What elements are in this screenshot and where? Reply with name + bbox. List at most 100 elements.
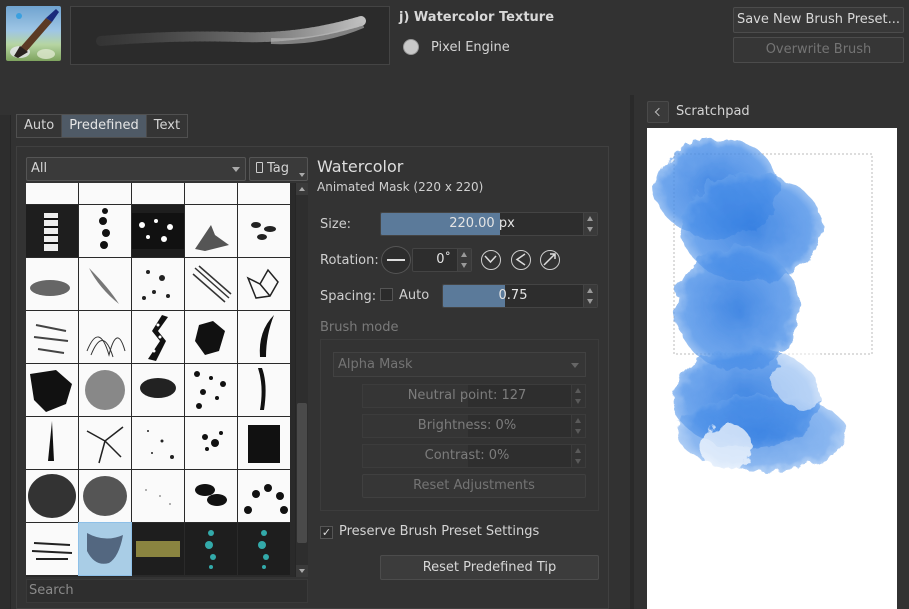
neutral-point-slider[interactable]: Neutral point: 127: [362, 384, 586, 408]
spacing-value: 0.75: [498, 288, 528, 303]
brush-tip-item[interactable]: [132, 417, 184, 469]
save-new-brush-preset-button[interactable]: Save New Brush Preset...: [733, 7, 904, 33]
rotate-random-icon[interactable]: [540, 250, 560, 270]
brush-tip-item[interactable]: [238, 205, 290, 257]
preserve-settings-checkbox[interactable]: ✓: [320, 526, 333, 539]
tag-button-label: Tag: [267, 161, 290, 176]
tab-auto[interactable]: Auto: [17, 115, 63, 137]
brush-tip-item[interactable]: [185, 417, 237, 469]
brush-tip-item[interactable]: [185, 205, 237, 257]
brush-tip-item[interactable]: [26, 523, 78, 575]
brush-tip-item[interactable]: [132, 205, 184, 257]
contrast-slider[interactable]: Contrast: 0%: [362, 444, 586, 468]
brush-tip-item[interactable]: [26, 417, 78, 469]
scroll-down-arrow[interactable]: [296, 565, 308, 577]
brush-tip-item[interactable]: [132, 364, 184, 416]
brush-tip-item[interactable]: [185, 183, 237, 204]
tab-text[interactable]: Text: [146, 115, 188, 137]
brightness-value: Brightness: 0%: [417, 418, 517, 433]
brush-tip-item[interactable]: [132, 523, 184, 575]
scroll-up-arrow[interactable]: [296, 183, 308, 195]
chevron-down-icon: [232, 167, 240, 172]
brush-tip-item[interactable]: [238, 523, 290, 575]
grid-scrollbar[interactable]: [295, 183, 308, 577]
brush-search-input[interactable]: Search: [26, 579, 308, 603]
brush-tip-item[interactable]: [26, 183, 78, 204]
brush-tip-item[interactable]: [26, 364, 78, 416]
chevron-down-icon: [571, 363, 579, 368]
brush-tip-item[interactable]: [79, 183, 131, 204]
brush-tip-item[interactable]: [238, 311, 290, 363]
brush-tip-item[interactable]: [185, 364, 237, 416]
spacing-spinner[interactable]: [583, 285, 597, 307]
brush-tip-item[interactable]: [185, 258, 237, 310]
scratchpad-collapse-button[interactable]: [647, 101, 669, 123]
brush-tip-item[interactable]: [185, 311, 237, 363]
brush-mode-select[interactable]: Alpha Mask: [333, 352, 586, 377]
brush-tip-item[interactable]: [132, 470, 184, 522]
brightness-slider[interactable]: Brightness: 0%: [362, 414, 586, 438]
brush-tip-item[interactable]: [78, 522, 132, 576]
rotation-input[interactable]: 0˚: [412, 248, 472, 272]
tab-predefined[interactable]: Predefined: [62, 115, 147, 137]
neutral-point-value: Neutral point: 127: [407, 388, 527, 403]
tag-button[interactable]: Tag: [249, 157, 308, 181]
brush-tip-item[interactable]: [26, 311, 78, 363]
brush-tip-item[interactable]: [26, 258, 78, 310]
brush-tip-item[interactable]: [26, 470, 78, 522]
spacing-auto-label: Auto: [399, 288, 430, 303]
tip-name: Watercolor: [317, 157, 404, 176]
reset-predefined-tip-button[interactable]: Reset Predefined Tip: [380, 555, 599, 580]
brush-tip-item[interactable]: [132, 258, 184, 310]
brush-tip-item[interactable]: [26, 205, 78, 257]
scratchpad-canvas[interactable]: [647, 128, 897, 609]
checkmark-icon: ✓: [321, 526, 332, 539]
preset-thumbnail[interactable]: [6, 6, 61, 61]
contrast-value: Contrast: 0%: [424, 448, 510, 463]
brush-tip-item[interactable]: [238, 470, 290, 522]
brush-mode-label: Brush mode: [320, 320, 399, 335]
rotation-value: 0˚: [436, 252, 451, 267]
brush-tip-item[interactable]: [238, 364, 290, 416]
splitter-handle[interactable]: [630, 95, 634, 609]
scratchpad-title: Scratchpad: [676, 104, 750, 119]
brush-tip-item[interactable]: [238, 183, 290, 204]
brush-tip-item[interactable]: [79, 470, 131, 522]
brush-tip-grid[interactable]: [26, 183, 308, 577]
rotate-ccw-icon[interactable]: [511, 250, 531, 270]
brush-tip-item[interactable]: [79, 205, 131, 257]
spacing-label: Spacing:: [320, 289, 377, 304]
size-value: 220.00 px: [449, 216, 515, 231]
brush-tip-item[interactable]: [79, 364, 131, 416]
brush-tip-item[interactable]: [79, 417, 131, 469]
size-slider[interactable]: 220.00 px: [380, 212, 598, 236]
brush-tip-item[interactable]: [132, 311, 184, 363]
size-label: Size:: [320, 217, 352, 232]
brush-tip-item[interactable]: [132, 183, 184, 204]
rotate-icon[interactable]: [481, 250, 501, 270]
spacing-auto-checkbox[interactable]: [380, 288, 393, 301]
brush-tip-item[interactable]: [185, 470, 237, 522]
rotation-spinner[interactable]: [457, 249, 471, 271]
engine-radio[interactable]: [403, 39, 419, 55]
brush-mode-value: Alpha Mask: [338, 357, 413, 372]
left-dock-strip: [0, 115, 11, 609]
size-spinner[interactable]: [583, 213, 597, 235]
overwrite-brush-button[interactable]: Overwrite Brush: [733, 37, 904, 63]
tag-icon: [256, 162, 263, 173]
brush-tip-item[interactable]: [238, 417, 290, 469]
brush-tip-item[interactable]: [238, 258, 290, 310]
stroke-preview: [70, 6, 390, 65]
rotation-dial[interactable]: [381, 246, 411, 274]
spacing-slider[interactable]: 0.75: [442, 284, 598, 308]
preserve-settings-label: Preserve Brush Preset Settings: [339, 524, 540, 539]
rotation-label: Rotation:: [320, 253, 379, 268]
tag-filter-select[interactable]: All: [26, 157, 246, 181]
chevron-down-icon: [299, 173, 305, 177]
brush-tip-item[interactable]: [79, 258, 131, 310]
brush-tip-item[interactable]: [79, 311, 131, 363]
reset-adjustments-button[interactable]: Reset Adjustments: [362, 474, 586, 498]
scroll-thumb[interactable]: [297, 403, 307, 543]
brush-tip-item[interactable]: [185, 523, 237, 575]
tip-description: Animated Mask (220 x 220): [317, 180, 484, 194]
